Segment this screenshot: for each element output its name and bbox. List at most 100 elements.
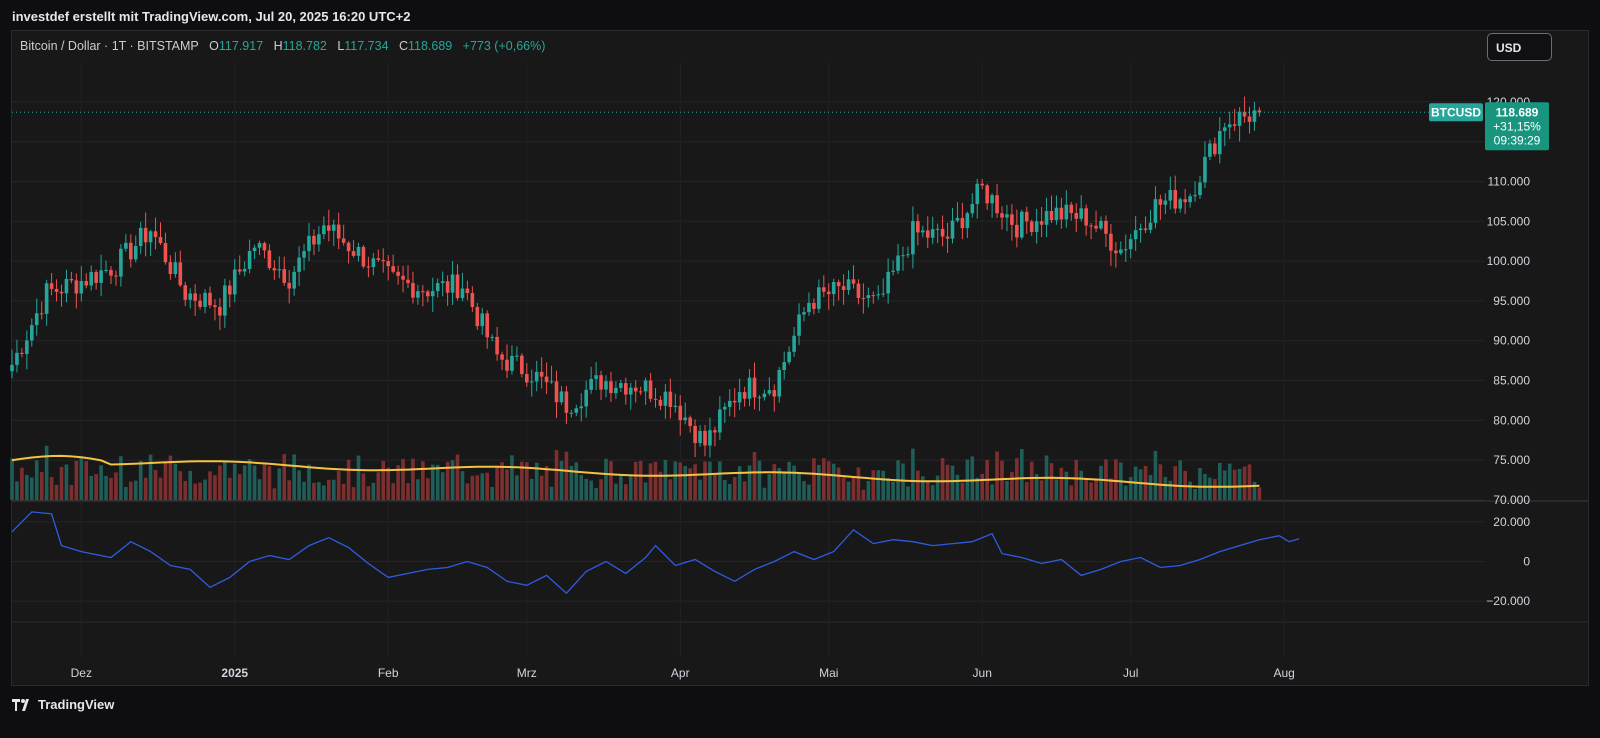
volume-bar xyxy=(901,463,905,500)
candle-body xyxy=(935,228,940,230)
volume-bar xyxy=(841,477,846,500)
candle-body xyxy=(381,259,386,262)
candle-body xyxy=(361,246,366,267)
candle-body xyxy=(1168,190,1173,201)
volume-bar xyxy=(282,454,287,500)
volume-bar xyxy=(20,467,24,500)
candle-body xyxy=(89,272,93,286)
volume-bar xyxy=(312,482,316,500)
volume-bar xyxy=(376,472,381,500)
candle-body xyxy=(450,274,455,293)
volume-bar xyxy=(1020,449,1024,500)
candle-body xyxy=(237,269,242,272)
candle-body xyxy=(619,383,623,388)
candle-body xyxy=(826,291,831,295)
volume-bar xyxy=(302,481,306,500)
candle-body xyxy=(44,283,49,314)
candle-body xyxy=(277,269,282,271)
candle-body xyxy=(1049,211,1054,221)
candle-body xyxy=(1128,239,1133,250)
candle-body xyxy=(262,243,267,251)
volume-bar xyxy=(391,483,395,500)
candle-body xyxy=(213,305,217,308)
candle-body xyxy=(15,352,19,365)
candle-body xyxy=(49,283,54,289)
time-axis-label: Mai xyxy=(819,666,838,680)
candle-body xyxy=(990,195,994,204)
volume-bar xyxy=(247,459,252,500)
candle-body xyxy=(970,203,975,214)
candle-body xyxy=(995,195,999,214)
candles xyxy=(10,96,1262,458)
oscillator-tick-label: −20.000 xyxy=(1486,594,1530,608)
candle-body xyxy=(916,221,920,233)
volume-bar xyxy=(178,471,183,500)
time-axis-label: Jul xyxy=(1123,666,1138,680)
candle-body xyxy=(1138,228,1143,231)
candle-body xyxy=(1054,207,1059,221)
volume-bar xyxy=(643,482,648,500)
volume-bar xyxy=(1188,481,1192,500)
candle-body xyxy=(143,227,148,243)
candle-body xyxy=(930,229,935,238)
candle-body xyxy=(1188,196,1192,203)
candle-body xyxy=(708,430,712,446)
volume-bar xyxy=(782,471,786,500)
candle-body xyxy=(426,291,430,297)
candle-body xyxy=(1109,233,1113,251)
volume-bar xyxy=(831,463,836,500)
candle-body xyxy=(955,217,960,221)
candle-body xyxy=(327,225,331,231)
currency-button[interactable]: USD xyxy=(1487,33,1552,61)
candle-body xyxy=(797,314,801,336)
price-tick-label: 75.000 xyxy=(1493,453,1530,467)
volume-bar xyxy=(614,483,618,500)
tradingview-brand[interactable]: TradingView xyxy=(12,697,114,712)
volume-bar xyxy=(331,479,336,500)
volume-bar xyxy=(173,463,178,500)
candle-body xyxy=(520,355,524,375)
volume-bar xyxy=(59,466,64,500)
candle-body xyxy=(430,291,435,297)
ohlc-legend: Bitcoin / Dollar · 1T · BITSTAMP O117.91… xyxy=(20,39,545,53)
volume-bar xyxy=(198,482,202,500)
candle-body xyxy=(252,247,257,252)
volume-bar xyxy=(940,458,945,500)
candle-body xyxy=(1010,214,1014,225)
candle-body xyxy=(1044,211,1049,225)
volume-bar xyxy=(589,480,593,500)
symbol-label[interactable]: Bitcoin / Dollar · 1T · BITSTAMP xyxy=(20,39,199,53)
candle-body xyxy=(297,257,301,272)
candle-body xyxy=(534,371,539,382)
volume-bar xyxy=(1049,463,1054,500)
candle-body xyxy=(757,397,762,399)
volume-bar xyxy=(158,477,163,500)
volume-bar xyxy=(163,461,168,500)
volume-bar xyxy=(817,464,821,500)
time-axis-label: Mrz xyxy=(517,666,537,680)
volume-bar xyxy=(356,455,361,500)
candle-body xyxy=(386,261,390,267)
candle-body xyxy=(158,237,163,244)
volume-bar xyxy=(762,487,767,500)
volume-bar xyxy=(416,479,420,500)
volume-bar xyxy=(1069,485,1074,500)
volume-bar xyxy=(1252,481,1257,500)
candle-body xyxy=(539,371,544,377)
volume-bar xyxy=(1000,460,1004,500)
candle-body xyxy=(1173,190,1178,209)
volume-bar xyxy=(861,489,866,500)
candle-body xyxy=(579,406,584,409)
candle-body xyxy=(30,325,34,341)
volume-bar xyxy=(1094,479,1098,500)
candlestick-chart[interactable]: 70.000 75.000 80.000 85.000 90.000 95.000 100.… xyxy=(0,0,1600,738)
oscillator-series xyxy=(11,511,1300,595)
candle-body xyxy=(1015,224,1019,238)
price-tag-change: +31,15% xyxy=(1493,119,1541,133)
candle-body xyxy=(911,221,915,255)
candle-body xyxy=(440,281,445,284)
volume-bar xyxy=(267,466,272,500)
volume-bar xyxy=(262,464,267,500)
candle-body xyxy=(975,183,980,204)
candle-body xyxy=(742,392,747,399)
